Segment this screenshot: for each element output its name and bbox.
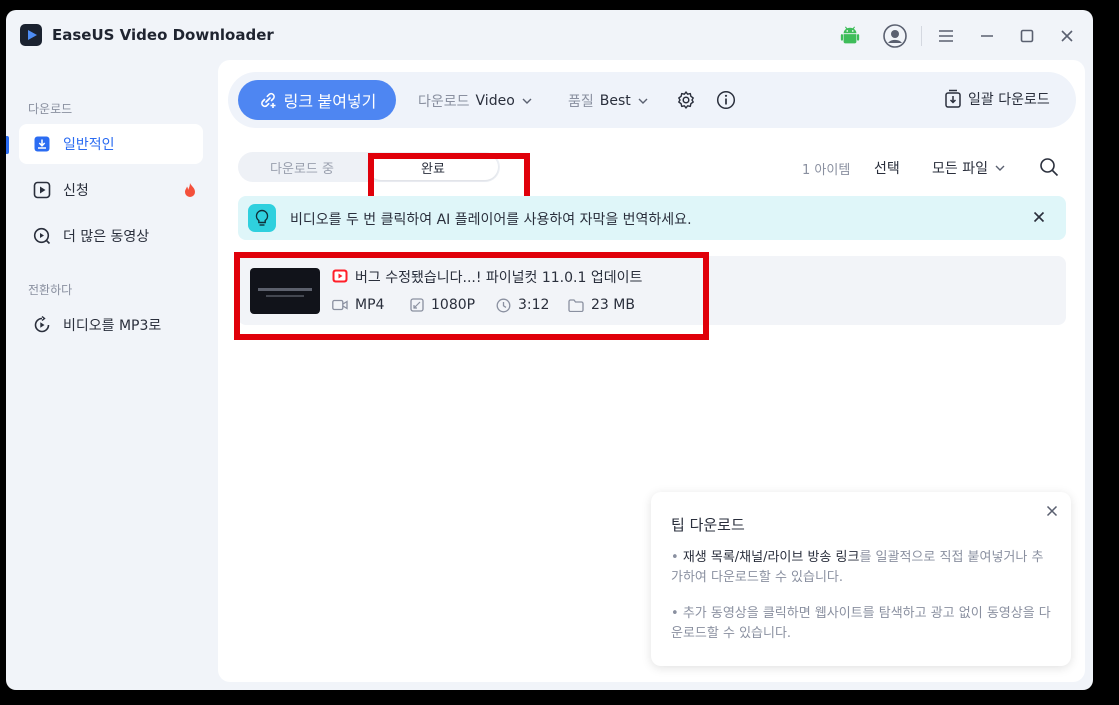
sidebar-item-video-to-mp3[interactable]: 비디오를 MP3로 (19, 305, 203, 345)
quality-dropdown[interactable]: 품질 Best (568, 91, 649, 111)
titlebar-divider (921, 26, 922, 46)
search-video-icon (33, 227, 51, 245)
batch-download-button[interactable]: 일괄 다운로드 (944, 89, 1050, 109)
download-box-icon (33, 135, 51, 153)
main-panel: 링크 붙여넣기 다운로드 Video 품질 Best 일괄 다운로드 다운로드 … (218, 60, 1085, 682)
select-button[interactable]: 선택 (874, 158, 900, 178)
sidebar-section-download: 다운로드 (28, 102, 73, 116)
app-logo-icon (20, 24, 42, 46)
tip-paragraph: • 재생 목록/채널/라이브 방송 링크를 일괄적으로 직접 붙여넣거나 추가하… (671, 550, 1044, 585)
menu-icon[interactable] (934, 24, 958, 48)
tab-downloading[interactable]: 다운로드 중 (238, 152, 366, 182)
chevron-down-icon (637, 95, 649, 107)
tip-card: 팁 다운로드 • 재생 목록/채널/라이브 방송 링크를 일괄적으로 직접 붙여… (651, 492, 1071, 666)
sidebar-item-label: 일반적인 (63, 137, 115, 153)
sidebar-item-label: 비디오를 MP3로 (63, 318, 162, 334)
link-plus-icon (258, 90, 278, 110)
batch-download-icon (944, 89, 962, 109)
sidebar-item-subscribe[interactable]: 신청 (19, 170, 203, 210)
tip-paragraph: • 추가 동영상을 클릭하면 웹사이트를 탐색하고 광고 없이 동영상을 다운로… (671, 606, 1051, 641)
active-indicator (6, 136, 9, 154)
tip-title: 팁 다운로드 (671, 516, 745, 534)
play-box-icon (33, 181, 51, 199)
title-bar: EaseUS Video Downloader (6, 10, 1093, 60)
app-window: EaseUS Video Downloader 다운로드 일반적인 신청 더 많… (6, 10, 1093, 690)
sidebar-item-general[interactable]: 일반적인 (19, 124, 203, 164)
gear-icon[interactable] (675, 89, 697, 111)
sidebar-item-label: 더 많은 동영상 (63, 229, 150, 245)
tip-text: 추가 동영상을 클릭하면 웹사이트를 탐색하고 광고 없이 동영상을 다운로드할… (671, 606, 1051, 641)
android-icon[interactable] (838, 24, 862, 48)
sidebar-item-more-videos[interactable]: 더 많은 동영상 (19, 216, 203, 256)
download-type-label: 다운로드 (418, 94, 470, 110)
paste-link-button[interactable]: 링크 붙여넣기 (238, 80, 396, 120)
paste-link-label: 링크 붙여넣기 (283, 94, 377, 111)
avatar-icon[interactable] (883, 24, 907, 48)
toolbar: 링크 붙여넣기 다운로드 Video 품질 Best 일괄 다운로드 (228, 72, 1076, 128)
tip-close-icon[interactable] (1043, 502, 1061, 520)
maximize-icon[interactable] (1015, 24, 1039, 48)
app-title: EaseUS Video Downloader (52, 26, 274, 44)
quality-value: Best (599, 93, 631, 109)
search-icon[interactable] (1038, 156, 1060, 178)
quality-label: 품질 (568, 94, 594, 110)
sidebar-item-label: 신청 (63, 183, 89, 199)
lightbulb-icon (248, 204, 276, 232)
fire-icon (183, 182, 197, 202)
file-filter-label: 모든 파일 (932, 161, 988, 177)
chevron-down-icon (521, 95, 533, 107)
tip-highlight: 재생 목록/채널/라이브 방송 링크 (682, 550, 860, 565)
banner-text: 비디오를 두 번 클릭하여 AI 플레이어를 사용하여 자막을 번역하세요. (290, 212, 692, 228)
chevron-down-icon (994, 162, 1006, 174)
highlight-box-item (234, 252, 709, 340)
ai-player-banner: 비디오를 두 번 클릭하여 AI 플레이어를 사용하여 자막을 번역하세요. (238, 196, 1066, 240)
info-icon[interactable] (715, 89, 737, 111)
sidebar-section-convert: 전환하다 (28, 283, 73, 297)
close-icon[interactable] (1055, 24, 1079, 48)
sidebar: 다운로드 일반적인 신청 더 많은 동영상 전환하다 비디오를 MP3로 (6, 68, 216, 690)
download-type-value: Video (475, 93, 515, 109)
download-type-dropdown[interactable]: 다운로드 Video (418, 91, 533, 111)
file-filter-dropdown[interactable]: 모든 파일 (932, 158, 1006, 178)
item-count: 1 아이템 (802, 163, 851, 178)
batch-download-label: 일괄 다운로드 (968, 92, 1050, 108)
banner-close-icon[interactable] (1030, 208, 1048, 226)
minimize-icon[interactable] (975, 24, 999, 48)
convert-icon (33, 316, 51, 334)
